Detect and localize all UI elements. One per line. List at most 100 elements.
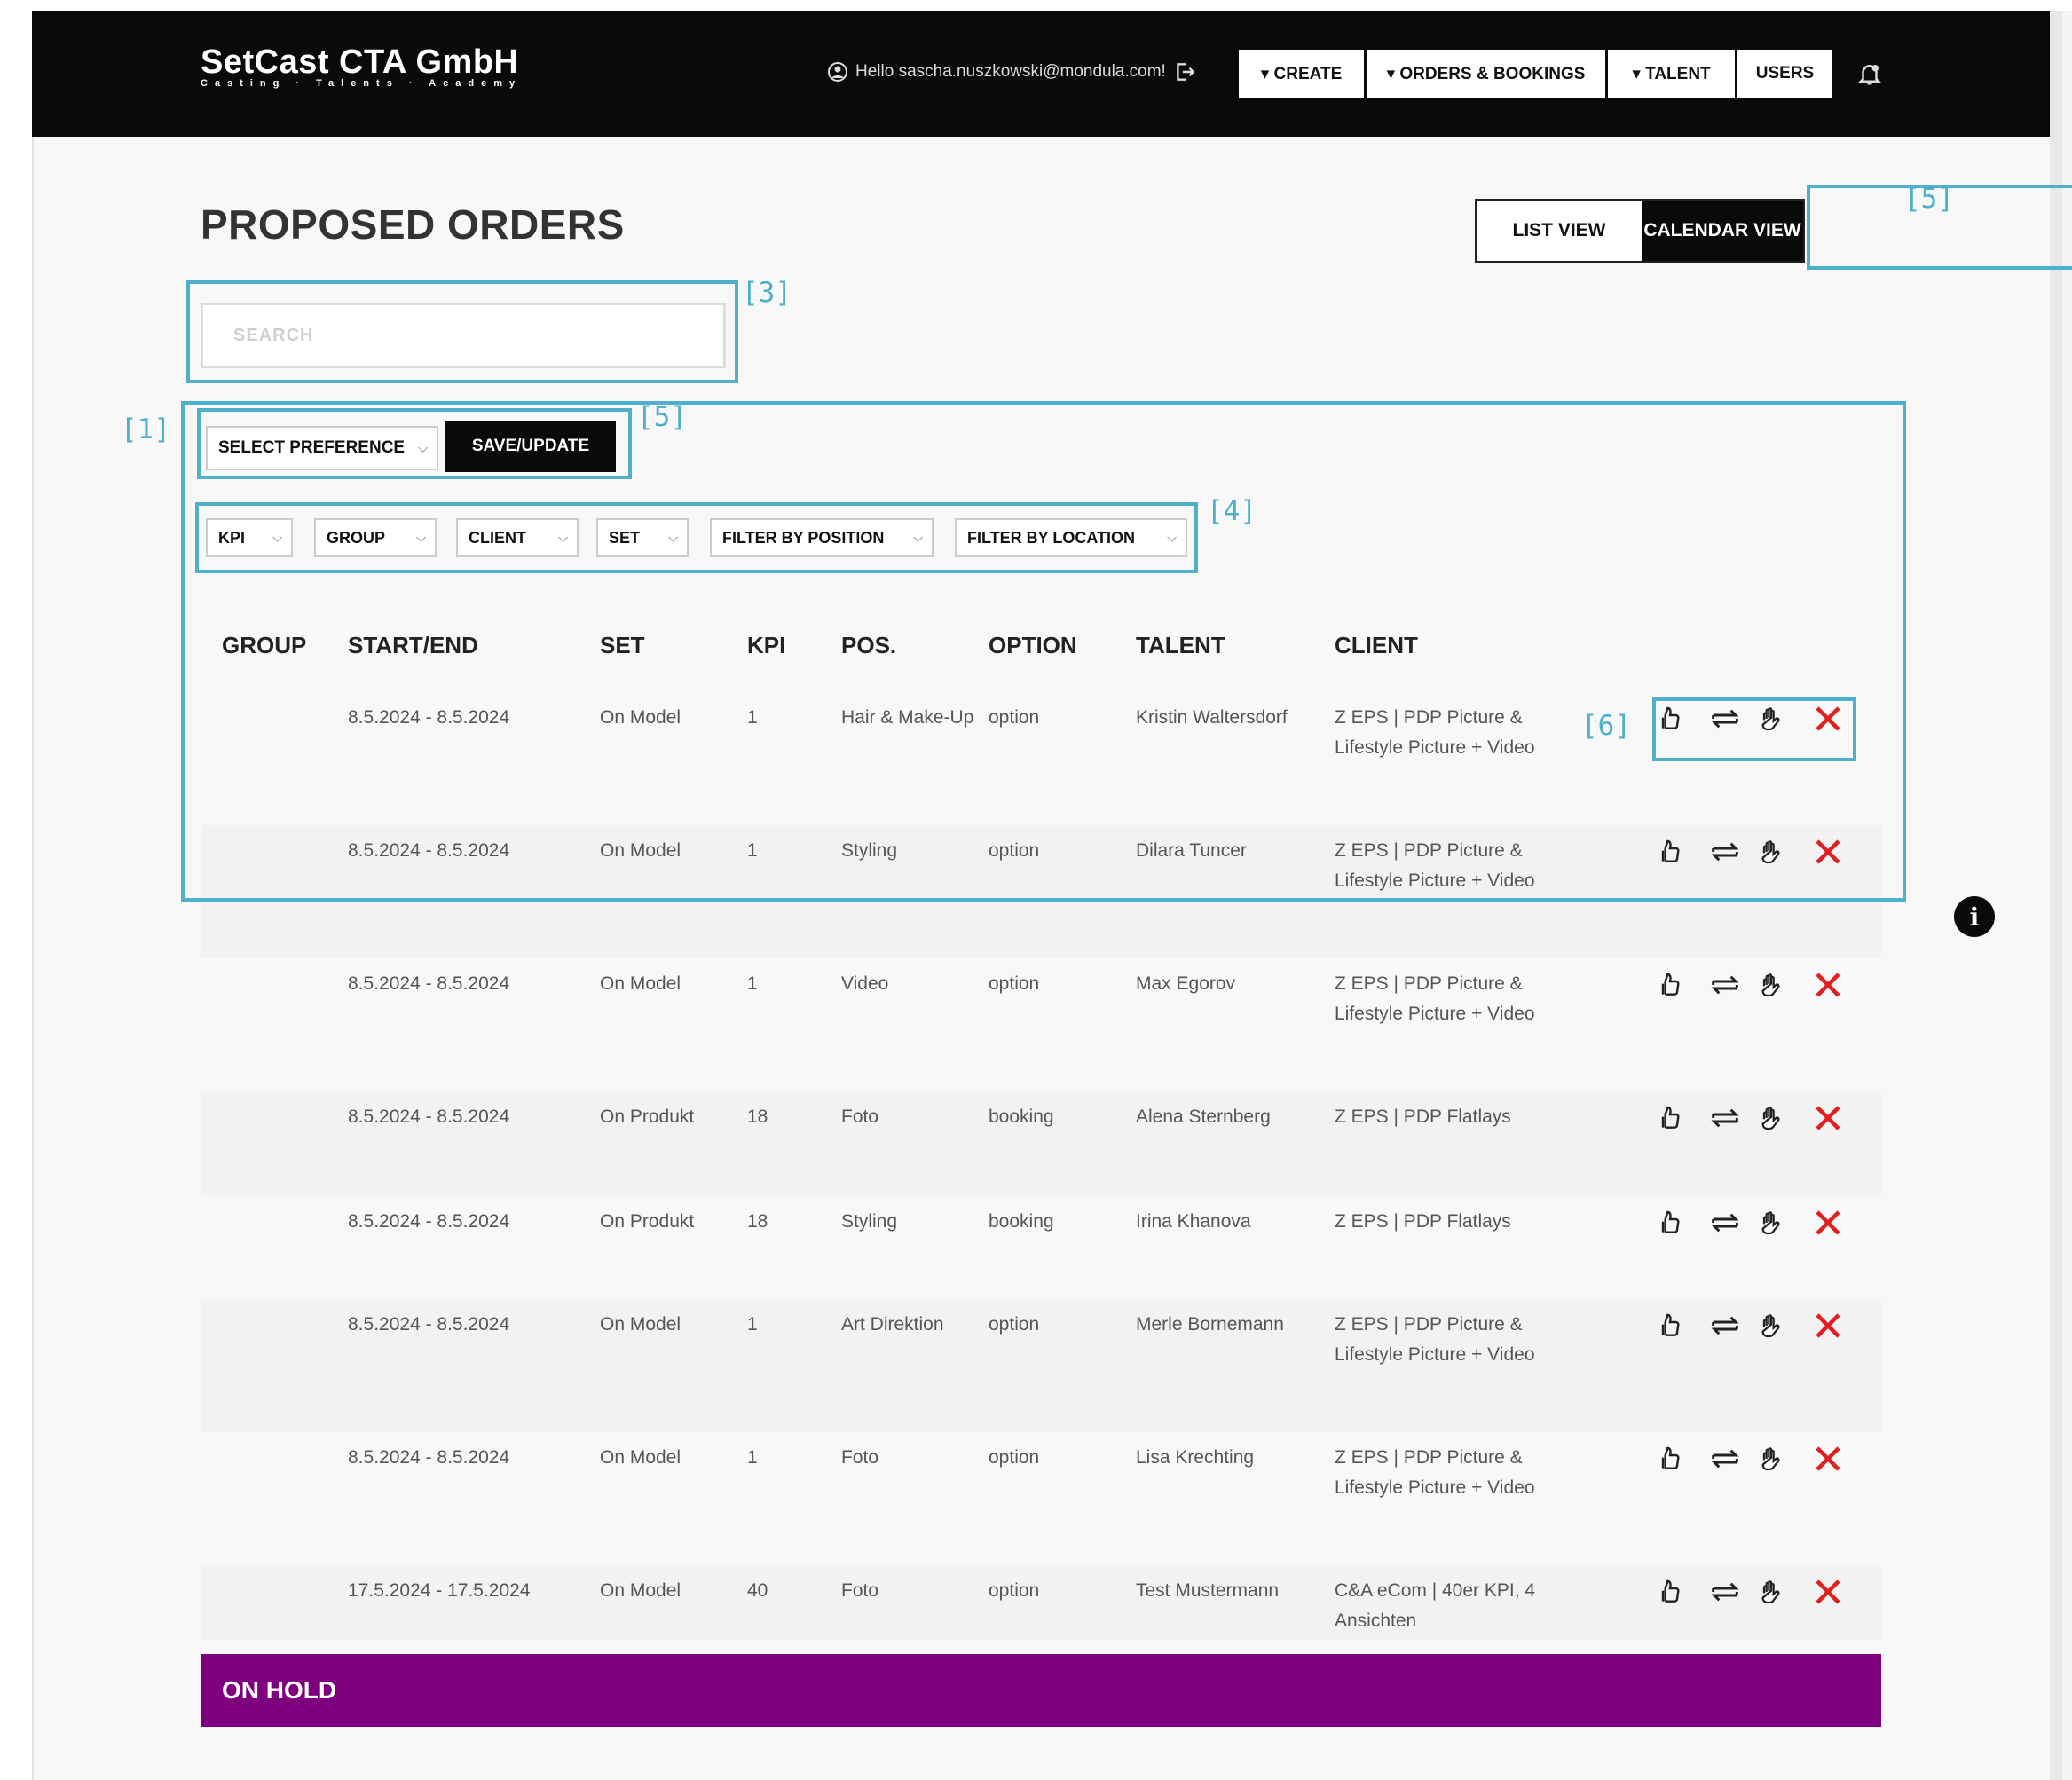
hand-icon[interactable] <box>1757 1209 1785 1241</box>
cell-talent: Irina Khanova <box>1136 1211 1251 1232</box>
on-hold-section-header[interactable]: ON HOLD <box>201 1654 1881 1727</box>
cell-talent: Max Egorov <box>1136 973 1236 994</box>
thumb-icon[interactable] <box>1656 1578 1684 1611</box>
delete-icon[interactable] <box>1812 1207 1844 1243</box>
cell-client: Z EPS | PDP Flatlays <box>1335 1107 1511 1127</box>
cell-kpi: 40 <box>747 1580 768 1601</box>
cell-set: On Produkt <box>600 1107 695 1127</box>
swap-icon[interactable] <box>1709 1311 1741 1344</box>
cell-client: Z EPS | PDP Flatlays <box>1335 1211 1511 1232</box>
cell-dates: 8.5.2024 - 8.5.2024 <box>348 1107 510 1127</box>
cell-dates: 8.5.2024 - 8.5.2024 <box>348 1314 510 1335</box>
nav-item-3[interactable]: USERS <box>1737 50 1835 98</box>
thumb-icon[interactable] <box>1656 1209 1684 1241</box>
hand-icon[interactable] <box>1757 1578 1785 1611</box>
cell-set: On Model <box>600 1447 681 1468</box>
cell-talent: Test Mustermann <box>1136 1580 1280 1601</box>
thumb-icon[interactable] <box>1656 1104 1684 1137</box>
page-title: PROPOSED ORDERS <box>201 201 625 248</box>
calendar-view-button[interactable]: CALENDAR VIEW <box>1642 201 1803 261</box>
nav-item-1[interactable]: ▾ ORDERS & BOOKINGS <box>1367 50 1608 98</box>
cell-set: On Model <box>600 1314 681 1335</box>
annotation-label-6: [6] <box>1581 710 1631 742</box>
nav-item-0[interactable]: ▾ CREATE <box>1239 50 1367 98</box>
greeting-text: Hello sascha.nuszkowski@mondula.com! <box>855 62 1166 81</box>
annotation-label-5-pref: [5] <box>637 401 687 433</box>
info-icon[interactable]: i <box>1954 896 1995 937</box>
thumb-icon[interactable] <box>1656 1311 1684 1344</box>
brand-subtitle: Casting · Talents · Academy <box>201 78 523 89</box>
scrollbar-gutter <box>2062 11 2072 1780</box>
cell-talent: Merle Bornemann <box>1136 1314 1284 1335</box>
cell-kpi: 1 <box>747 973 758 994</box>
row-actions <box>1656 1443 1844 1479</box>
brand-logo[interactable]: SetCast CTA GmbH Casting · Talents · Aca… <box>201 44 522 89</box>
cell-set: On Model <box>600 1580 681 1601</box>
annotation-label-5-view: [5] <box>1904 183 1954 215</box>
main-nav: ▾ CREATE ▾ ORDERS & BOOKINGS ▾ TALENT USERS <box>1239 50 1835 98</box>
logout-icon[interactable] <box>1173 60 1196 83</box>
list-view-button[interactable]: LIST VIEW <box>1477 201 1642 261</box>
swap-icon[interactable] <box>1709 1445 1741 1477</box>
hand-icon[interactable] <box>1757 1445 1785 1477</box>
cell-kpi: 18 <box>747 1107 768 1127</box>
cell-client: C&A eCom | 40er KPI, 4 Ansichten <box>1335 1580 1536 1631</box>
delete-icon[interactable] <box>1812 1576 1844 1612</box>
row-actions <box>1656 1576 1844 1612</box>
cell-talent: Lisa Krechting <box>1136 1447 1255 1468</box>
cell-option: booking <box>989 1107 1054 1127</box>
annotation-box-5-pref <box>197 408 632 479</box>
annotation-box-4 <box>195 502 1198 573</box>
row-actions <box>1656 1102 1844 1138</box>
cell-talent: Alena Sternberg <box>1136 1107 1271 1127</box>
cell-option: option <box>989 1447 1040 1468</box>
swap-icon[interactable] <box>1709 1104 1741 1137</box>
user-icon <box>827 61 848 83</box>
cell-pos: Video <box>841 973 889 994</box>
cell-dates: 8.5.2024 - 8.5.2024 <box>348 1447 510 1468</box>
cell-dates: 8.5.2024 - 8.5.2024 <box>348 1211 510 1232</box>
row-actions <box>1656 1310 1844 1346</box>
nav-item-2[interactable]: ▾ TALENT <box>1608 50 1737 98</box>
cell-option: booking <box>989 1211 1054 1232</box>
annotation-label-3: [3] <box>742 277 792 309</box>
bell-icon[interactable] <box>1856 60 1883 91</box>
swap-icon[interactable] <box>1709 1578 1741 1611</box>
delete-icon[interactable] <box>1812 1443 1844 1479</box>
cell-set: On Produkt <box>600 1211 695 1232</box>
delete-icon[interactable] <box>1812 1102 1844 1138</box>
cell-kpi: 1 <box>747 1447 758 1468</box>
row-actions <box>1656 1207 1844 1243</box>
cell-set: On Model <box>600 973 681 994</box>
cell-pos: Foto <box>841 1447 879 1468</box>
cell-client: Z EPS | PDP Picture & Lifestyle Picture … <box>1335 1314 1535 1365</box>
scrollbar-track[interactable] <box>2050 11 2062 1780</box>
brand-title: SetCast CTA GmbH <box>201 43 519 81</box>
annotation-box-6 <box>1652 697 1856 761</box>
cell-pos: Styling <box>841 1211 898 1232</box>
hand-icon[interactable] <box>1757 1311 1785 1344</box>
cell-pos: Art Direktion <box>841 1314 944 1335</box>
delete-icon[interactable] <box>1812 1310 1844 1346</box>
annotation-label-4: [4] <box>1207 495 1257 527</box>
swap-icon[interactable] <box>1709 1209 1741 1241</box>
cell-client: Z EPS | PDP Picture & Lifestyle Picture … <box>1335 973 1535 1024</box>
hand-icon[interactable] <box>1757 971 1785 1004</box>
user-greeting: Hello sascha.nuszkowski@mondula.com! <box>827 60 1196 83</box>
cell-client: Z EPS | PDP Picture & Lifestyle Picture … <box>1335 1447 1535 1498</box>
cell-option: option <box>989 1314 1040 1335</box>
delete-icon[interactable] <box>1812 969 1844 1005</box>
swap-icon[interactable] <box>1709 971 1741 1004</box>
cell-pos: Foto <box>841 1580 879 1601</box>
thumb-icon[interactable] <box>1656 1445 1684 1477</box>
cell-dates: 17.5.2024 - 17.5.2024 <box>348 1580 531 1601</box>
view-toggle: LIST VIEW CALENDAR VIEW <box>1475 199 1805 263</box>
thumb-icon[interactable] <box>1656 971 1684 1004</box>
cell-pos: Foto <box>841 1107 879 1127</box>
hand-icon[interactable] <box>1757 1104 1785 1137</box>
cell-kpi: 18 <box>747 1211 768 1232</box>
annotation-box-3 <box>186 280 738 383</box>
cell-kpi: 1 <box>747 1314 758 1335</box>
cell-option: option <box>989 1580 1040 1601</box>
annotation-label-1: [1] <box>121 413 170 445</box>
